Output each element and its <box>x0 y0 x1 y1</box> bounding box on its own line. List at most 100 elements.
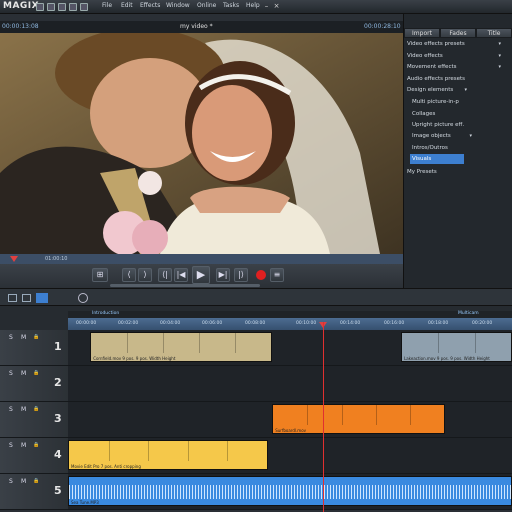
save-icon[interactable] <box>58 3 66 11</box>
mute-button[interactable]: M <box>21 370 26 377</box>
ruler-tick: 00:04:00 <box>160 321 181 326</box>
menu-edit[interactable]: Edit <box>121 2 133 9</box>
tab-import[interactable]: Import <box>404 28 440 38</box>
lock-icon[interactable]: 🔒 <box>33 478 39 484</box>
solo-button[interactable]: S <box>9 334 13 341</box>
solo-button[interactable]: S <box>9 442 13 449</box>
item-movement-effects[interactable]: Movement effects ▾ <box>407 62 507 72</box>
thumb-divider <box>307 405 309 425</box>
jump-back-icon[interactable]: ⟨| <box>158 268 172 282</box>
playhead-line[interactable] <box>322 322 324 512</box>
track-header[interactable]: S M 🔒 4 <box>0 438 68 474</box>
menu-icon[interactable]: ≡ <box>270 268 284 282</box>
menu-help[interactable]: Help <box>246 2 260 9</box>
lock-icon[interactable]: 🔒 <box>33 406 39 412</box>
thumb-divider <box>227 441 229 461</box>
undo-icon[interactable] <box>69 3 77 11</box>
next-marker-icon[interactable]: ⟩ <box>138 268 152 282</box>
track-number: 2 <box>54 376 62 389</box>
item-image-objects[interactable]: Image objects ▾ <box>412 131 512 141</box>
solo-button[interactable]: S <box>9 370 13 377</box>
item-design-elements[interactable]: Design elements ▾ <box>407 85 507 95</box>
lock-icon[interactable]: 🔒 <box>33 334 39 340</box>
track-header[interactable]: S M 🔒 1 <box>0 330 68 366</box>
track-area[interactable]: Surfboardl.mov <box>68 402 512 438</box>
item-label: Upright picture eff. <box>412 122 465 128</box>
mute-button[interactable]: M <box>21 442 26 449</box>
item-multi-picture[interactable]: Multi picture-in-p <box>412 97 512 107</box>
menu-file[interactable]: File <box>102 2 112 9</box>
timeline-clip[interactable]: Surfboardl.mov <box>272 404 446 434</box>
minimize-icon[interactable]: – <box>262 2 271 11</box>
marker-multicam[interactable]: Multicam <box>458 311 479 316</box>
item-my-presets[interactable]: My Presets <box>407 167 507 177</box>
clip-label: Sea Tune.MP3 <box>71 500 99 505</box>
scrub-position-marker[interactable] <box>10 256 18 262</box>
item-audio-effects-presets[interactable]: Audio effects presets <box>407 74 507 84</box>
ruler-tick: 00:20:00 <box>472 321 493 326</box>
solo-button[interactable]: S <box>9 478 13 485</box>
position-timecode: 00:00:13:08 <box>2 23 39 30</box>
item-intros-outros[interactable]: Intros/Outros <box>412 143 512 153</box>
menu-tasks[interactable]: Tasks <box>223 2 239 9</box>
jog-slider[interactable] <box>110 284 260 287</box>
item-visuals[interactable]: Visuals <box>410 154 464 164</box>
track-area[interactable]: Cornfield.mov 9 pos. 9 pos. Width Height… <box>68 330 512 366</box>
timeline-view-icon[interactable] <box>36 293 48 303</box>
track-header[interactable]: S M 🔒 3 <box>0 402 68 438</box>
timeline-clip[interactable]: Cornfield.mov 9 pos. 9 pos. Width Height <box>90 332 273 362</box>
track-number: 3 <box>54 412 62 425</box>
mute-button[interactable]: M <box>21 478 26 485</box>
ruler-tick: 00:08:00 <box>245 321 266 326</box>
timeline-clip[interactable]: Lakeaction.mov 9 pos. 9 pos. Width Heigh… <box>401 332 512 362</box>
menu-window[interactable]: Window <box>166 2 190 9</box>
track-number: 1 <box>54 340 62 353</box>
menu-effects[interactable]: Effects <box>140 2 160 9</box>
record-icon[interactable] <box>256 270 266 280</box>
new-project-icon[interactable] <box>36 3 44 11</box>
track-area[interactable]: Movie Edit Pro 7 pos. Anti cropping <box>68 438 512 474</box>
clip-label: Cornfield.mov 9 pos. 9 pos. Width Height <box>93 356 176 361</box>
thumb-divider <box>108 441 110 461</box>
expand-arrow-icon: ▾ <box>464 87 467 93</box>
to-start-icon[interactable]: |◀ <box>174 268 188 282</box>
mute-button[interactable]: M <box>21 334 26 341</box>
lock-icon[interactable]: 🔒 <box>33 442 39 448</box>
clip-label: Movie Edit Pro 7 pos. Anti cropping <box>71 464 141 469</box>
skip-icon[interactable]: |⟩ <box>234 268 248 282</box>
ruler-tick: 00:02:00 <box>118 321 139 326</box>
track-area[interactable] <box>68 366 512 402</box>
item-collages[interactable]: Collages <box>412 109 512 119</box>
track-header[interactable]: S M 🔒 2 <box>0 366 68 402</box>
marker-icon[interactable]: ⊞ <box>92 268 108 282</box>
lock-icon[interactable]: 🔒 <box>33 370 39 376</box>
marker-bar[interactable] <box>68 311 512 318</box>
timeline-clip[interactable]: Sea Tune.MP3 <box>68 476 512 506</box>
storyboard-view-icon[interactable] <box>8 294 17 302</box>
item-label: Collages <box>412 111 436 117</box>
open-icon[interactable] <box>47 3 55 11</box>
item-video-effects[interactable]: Video effects ▾ <box>407 51 507 61</box>
tab-fades[interactable]: Fades <box>440 28 476 38</box>
mode-dropdown-icon[interactable] <box>78 293 88 303</box>
thumb-divider <box>410 405 412 425</box>
video-preview[interactable] <box>0 33 403 254</box>
close-icon[interactable]: × <box>272 2 281 11</box>
tab-title[interactable]: Title <box>476 28 512 38</box>
marker-introduction[interactable]: Introduction <box>92 311 119 316</box>
scene-view-icon[interactable] <box>22 294 31 302</box>
thumb-divider <box>474 333 476 353</box>
mute-button[interactable]: M <box>21 406 26 413</box>
track-header[interactable]: S M 🔒 5 <box>0 474 68 510</box>
item-upright-picture[interactable]: Upright picture eff. <box>412 120 512 130</box>
item-video-effects-presets[interactable]: Video effects presets ▾ <box>407 39 507 49</box>
to-end-icon[interactable]: ▶| <box>216 268 230 282</box>
track-area[interactable]: Sea Tune.MP3 <box>68 474 512 510</box>
expand-arrow-icon: ▾ <box>469 133 472 139</box>
timeline-clip[interactable]: Movie Edit Pro 7 pos. Anti cropping <box>68 440 268 470</box>
solo-button[interactable]: S <box>9 406 13 413</box>
play-icon[interactable]: ▶ <box>192 266 210 284</box>
redo-icon[interactable] <box>80 3 88 11</box>
prev-marker-icon[interactable]: ⟨ <box>122 268 136 282</box>
menu-online[interactable]: Online <box>197 2 216 9</box>
